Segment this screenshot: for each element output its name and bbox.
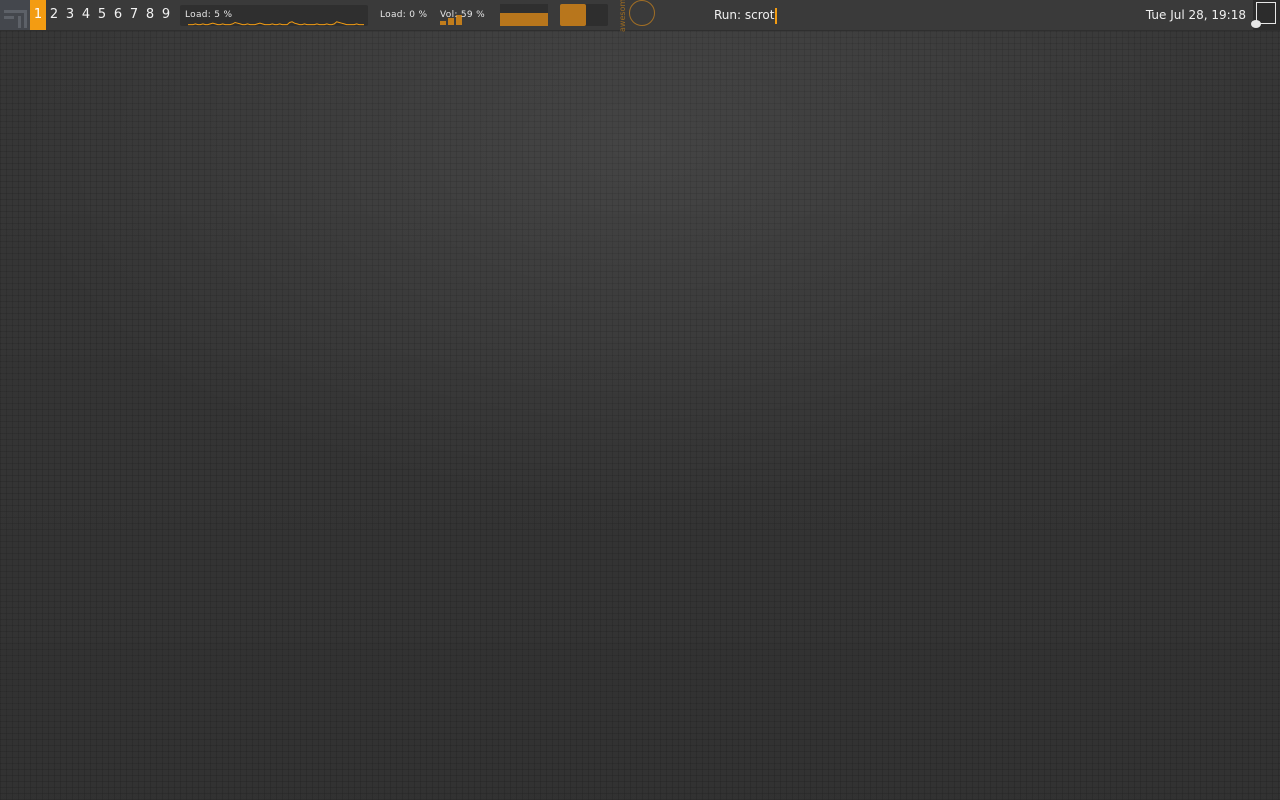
tag-9[interactable]: 9 [158, 0, 174, 30]
tag-6[interactable]: 6 [110, 0, 126, 30]
clock[interactable]: Tue Jul 28, 19:18 [1120, 0, 1246, 30]
tag-7[interactable]: 7 [126, 0, 142, 30]
circle-icon[interactable] [629, 0, 655, 26]
tag-4[interactable]: 4 [78, 0, 94, 30]
desktop-wallpaper [0, 0, 1280, 800]
awesome-logo-icon[interactable] [0, 0, 30, 30]
tag-1[interactable]: 1 [30, 0, 46, 30]
tag-5[interactable]: 5 [94, 0, 110, 30]
run-prompt-text: Run: scrot [714, 8, 775, 22]
cpu-graph [188, 21, 364, 26]
mem-load-label: Load: 0 % [380, 10, 428, 20]
text-cursor [775, 7, 778, 24]
toggle-switch[interactable] [560, 4, 608, 26]
toggle-knob [560, 4, 586, 26]
tag-2[interactable]: 2 [46, 0, 62, 30]
tag-3[interactable]: 3 [62, 0, 78, 30]
cpu-widget: Load: 5 % [180, 5, 368, 26]
top-panel: 1 2 3 4 5 6 7 8 9 Load: 5 % Load: 0 % Vo… [0, 0, 1280, 32]
taglist: 1 2 3 4 5 6 7 8 9 [30, 0, 174, 30]
volume-label[interactable]: Vol: 59 % [440, 10, 485, 20]
launcher-text: awesome [618, 0, 627, 32]
tag-8[interactable]: 8 [142, 0, 158, 30]
battery-bar [500, 4, 548, 26]
layout-floating-icon[interactable] [1251, 0, 1280, 30]
battery-fill [500, 13, 548, 26]
run-prompt[interactable]: Run: scrot [714, 0, 778, 30]
